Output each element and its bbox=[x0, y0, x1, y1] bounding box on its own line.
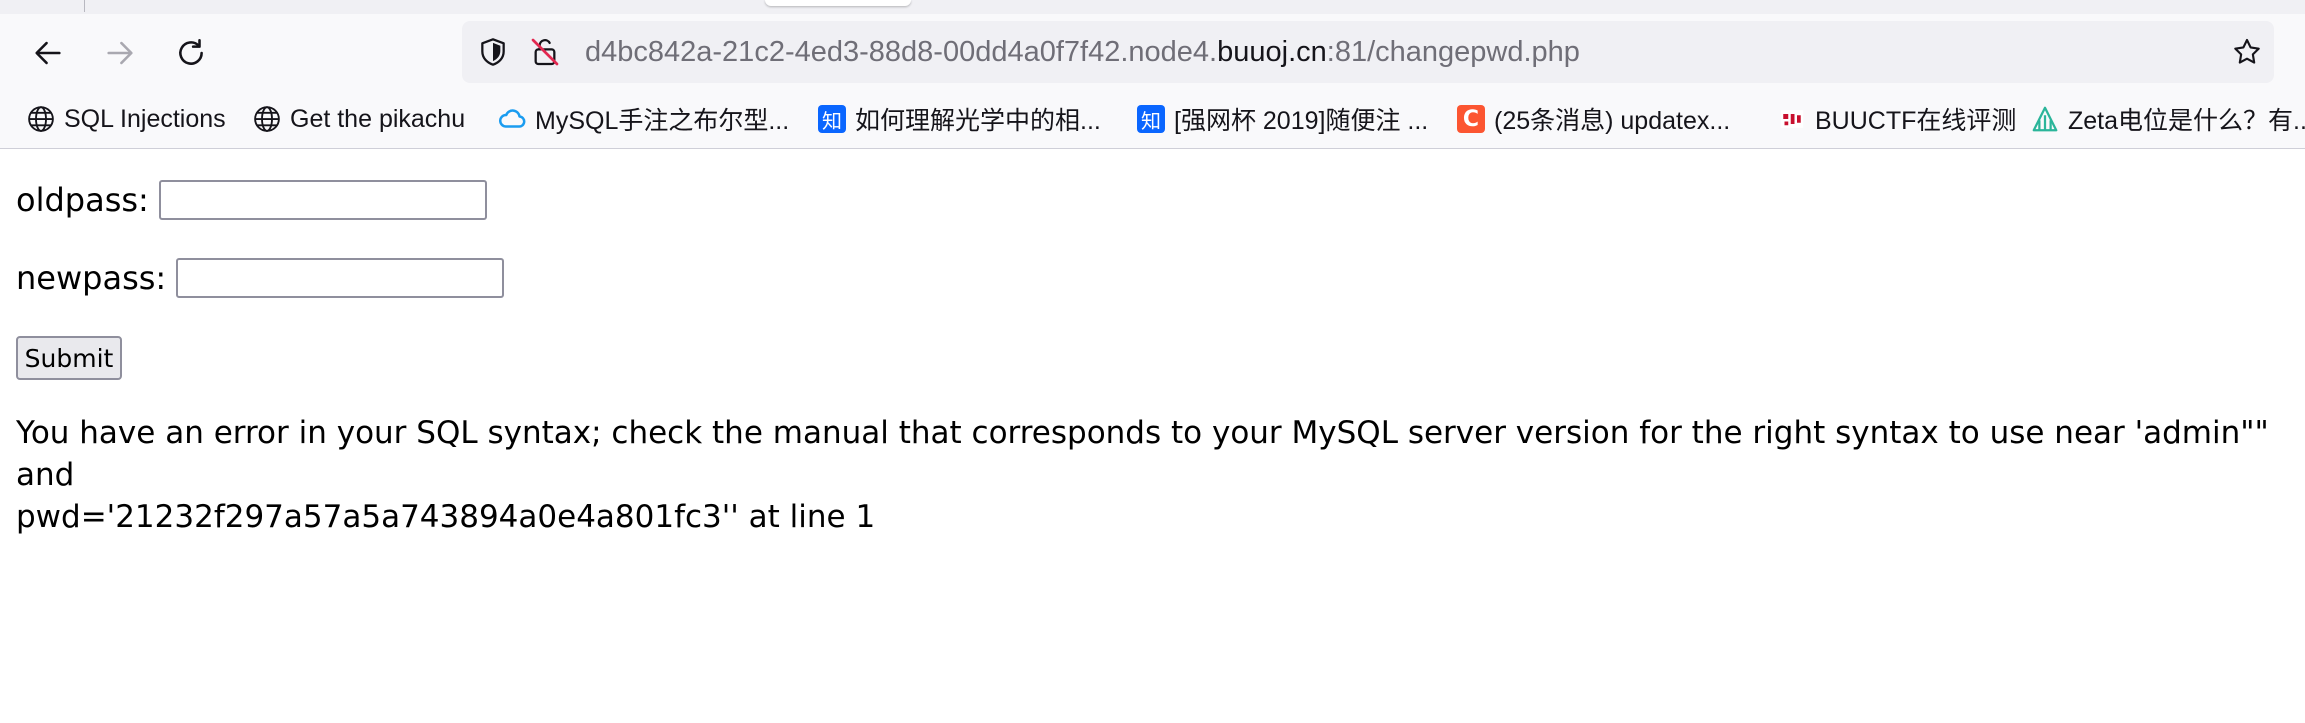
bookmark-label: SQL Injections bbox=[64, 104, 226, 133]
bookmark-label: [强网杯 2019]随便注 ... bbox=[1174, 107, 1429, 135]
back-button[interactable] bbox=[27, 32, 69, 74]
bookmark-label: MySQL手注之布尔型... bbox=[535, 107, 790, 135]
url-domain: buuoj.cn bbox=[1217, 36, 1327, 68]
bookmark-label: (25条消息) updatex... bbox=[1494, 107, 1731, 135]
active-tab[interactable] bbox=[765, 0, 911, 6]
forward-button[interactable] bbox=[99, 32, 141, 74]
newpass-input[interactable] bbox=[176, 258, 505, 298]
bookmark-label: 如何理解光学中的相... bbox=[855, 107, 1101, 135]
url-suffix: :81/changepwd.php bbox=[1326, 36, 1580, 68]
zhihu-icon: 知 bbox=[1136, 104, 1166, 134]
bookmark-get-the-pikachu[interactable]: Get the pikachu bbox=[252, 90, 465, 148]
navigation-toolbar: d4bc842a-21c2-4ed3-88d8-00dd4a0f7f42.nod… bbox=[0, 14, 2305, 90]
bookmark-label: Get the pikachu bbox=[290, 104, 466, 133]
error-line-2: pwd='21232f297a57a5a743894a0e4a801fc3'' … bbox=[16, 499, 876, 535]
bookmark-star-button[interactable] bbox=[2230, 35, 2264, 69]
globe-icon bbox=[26, 104, 56, 134]
tab-strip bbox=[0, 0, 2305, 14]
bookmark-zeta-potential[interactable]: Zeta电位是什么？有... bbox=[2030, 90, 2305, 148]
oldpass-label: oldpass: bbox=[16, 181, 149, 219]
bookmark-sql-injections[interactable]: SQL Injections bbox=[26, 90, 226, 148]
bookmarks-toolbar: SQL Injections Get the pikachu MySQL手注之布… bbox=[0, 90, 2305, 149]
arrow-right-icon bbox=[107, 41, 133, 65]
site-info-button[interactable] bbox=[528, 35, 562, 69]
bookmark-zhihu-qwb[interactable]: 知 [强网杯 2019]随便注 ... bbox=[1136, 90, 1428, 148]
bookmark-zhihu-optics[interactable]: 知 如何理解光学中的相... bbox=[817, 90, 1101, 148]
oldpass-row: oldpass: bbox=[16, 180, 487, 220]
insecure-lock-icon bbox=[531, 38, 559, 66]
tab-separator bbox=[84, 0, 85, 12]
reload-icon bbox=[179, 38, 203, 65]
shield-icon bbox=[481, 38, 505, 66]
bookmark-csdn-updatexml[interactable]: C (25条消息) updatex... bbox=[1456, 90, 1730, 148]
csdn-icon: C bbox=[1456, 104, 1486, 134]
newpass-row: newpass: bbox=[16, 258, 505, 298]
globe-icon bbox=[252, 104, 282, 134]
newpass-label: newpass: bbox=[16, 259, 167, 297]
reload-button[interactable] bbox=[170, 32, 212, 74]
submit-button[interactable]: Submit bbox=[16, 336, 122, 380]
error-line-1: You have an error in your SQL syntax; ch… bbox=[16, 415, 2269, 493]
arrow-left-icon bbox=[35, 41, 61, 65]
cloud-icon bbox=[497, 104, 527, 134]
address-bar[interactable]: d4bc842a-21c2-4ed3-88d8-00dd4a0f7f42.nod… bbox=[462, 21, 2274, 83]
url-prefix: d4bc842a-21c2-4ed3-88d8-00dd4a0f7f42.nod… bbox=[585, 36, 1218, 68]
star-icon bbox=[2234, 38, 2260, 64]
bookmark-label: BUUCTF在线评测 bbox=[1815, 107, 2017, 135]
buuctf-icon bbox=[1777, 104, 1807, 134]
bookmark-buuctf[interactable]: BUUCTF在线评测 bbox=[1777, 90, 2016, 148]
zhihu-icon: 知 bbox=[817, 104, 847, 134]
url-text[interactable]: d4bc842a-21c2-4ed3-88d8-00dd4a0f7f42.nod… bbox=[585, 21, 1580, 83]
tracking-protection-button[interactable] bbox=[476, 35, 510, 69]
sql-error-message: You have an error in your SQL syntax; ch… bbox=[16, 412, 2296, 538]
oldpass-input[interactable] bbox=[158, 180, 487, 220]
bookmark-mysql-boolean[interactable]: MySQL手注之布尔型... bbox=[497, 90, 789, 148]
zeta-icon bbox=[2030, 104, 2060, 134]
bookmark-label: Zeta电位是什么？有... bbox=[2068, 107, 2305, 135]
